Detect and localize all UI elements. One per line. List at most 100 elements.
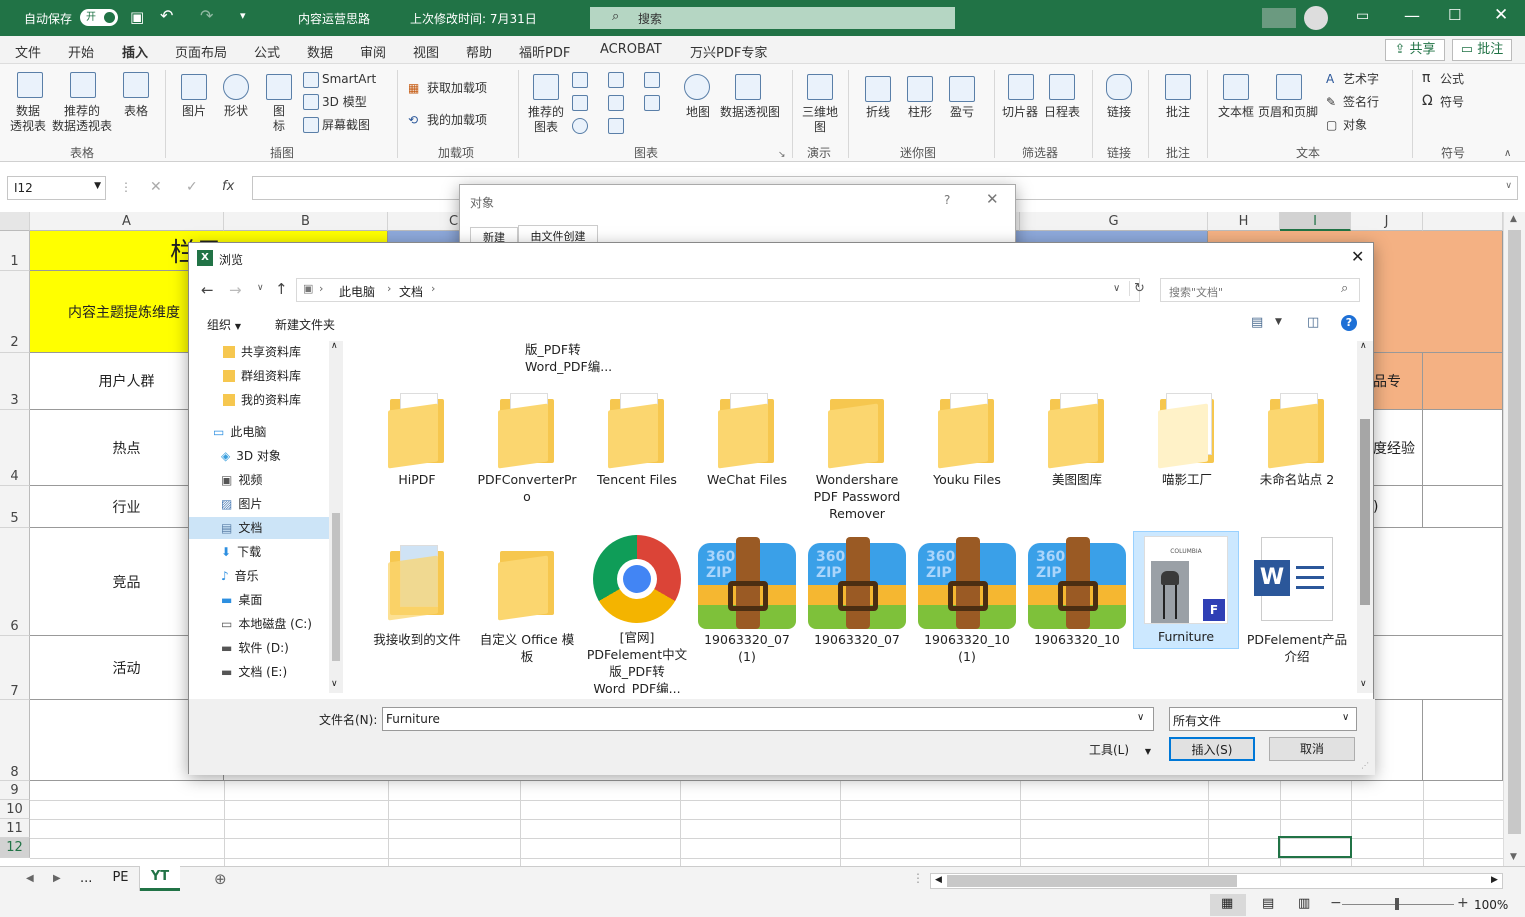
nav-3d-objects[interactable]: ◈ 3D 对象 [221, 445, 281, 467]
file-item-selected[interactable]: COLUMBIA F Furniture [1133, 531, 1239, 649]
file-item[interactable]: Wondershare PDF Password Remover [805, 385, 909, 522]
customize-qat-icon[interactable]: ▾ [240, 9, 246, 22]
nav-drive-d[interactable]: ▬ 软件 (D:) [221, 637, 289, 659]
tab-review[interactable]: 审阅 [360, 42, 386, 61]
chart-dialog-launcher-icon[interactable]: ↘ [778, 150, 786, 160]
tab-view[interactable]: 视图 [413, 42, 439, 61]
row-header[interactable]: 5 [0, 486, 30, 528]
enter-formula-icon[interactable]: ✓ [186, 179, 198, 195]
map-chart-button[interactable]: 地图 [686, 105, 710, 120]
next-sheet-icon[interactable]: ▶ [53, 873, 61, 884]
recommended-pivot-button[interactable]: 推荐的 数据透视表 [52, 104, 112, 134]
column-header[interactable]: H [1208, 212, 1280, 231]
row-header[interactable]: 11 [0, 819, 30, 838]
tab-acrobat[interactable]: ACROBAT [600, 42, 662, 57]
row-header[interactable]: 10 [0, 800, 30, 819]
new-folder-button[interactable]: 新建文件夹 [275, 316, 335, 333]
column-header[interactable]: J [1351, 212, 1423, 231]
my-addins-button[interactable]: 我的加载项 [427, 113, 487, 128]
insert-button[interactable]: 插入(S) [1169, 737, 1255, 761]
file-item[interactable]: 自定义 Office 模 板 [475, 537, 579, 665]
forward-icon[interactable]: → [229, 281, 242, 299]
name-box[interactable]: I12 ▼ [7, 176, 106, 200]
file-item[interactable]: 喵影工厂 [1135, 385, 1239, 488]
scroll-up-icon[interactable]: ∧ [1360, 341, 1367, 351]
file-item[interactable]: 360 ZIP 19063320_07 (1) [695, 535, 799, 665]
file-item[interactable]: WeChat Files [695, 385, 799, 488]
3d-model-button[interactable]: 3D 模型 [322, 95, 367, 110]
minimize-icon[interactable]: — [1404, 6, 1420, 25]
tab-help[interactable]: 帮助 [466, 42, 492, 61]
row-header[interactable]: 1 [0, 231, 30, 271]
sheet-tab-pe[interactable]: PE [102, 867, 140, 891]
row-header[interactable]: 12 [0, 838, 30, 858]
organize-button[interactable]: 组织 ▼ [207, 316, 241, 333]
view-mode-icon[interactable]: ▤ [1251, 315, 1263, 330]
tab-file[interactable]: 文件 [15, 42, 41, 61]
search-box[interactable]: ⌕ 搜索 [590, 7, 955, 29]
row-header[interactable]: 7 [0, 636, 30, 700]
tab-page-layout[interactable]: 页面布局 [175, 42, 227, 61]
tools-dropdown[interactable]: 工具(L) ▼ [1089, 741, 1151, 758]
maximize-icon[interactable]: ☐ [1448, 6, 1461, 24]
file-item[interactable]: 360 ZIP 19063320_07 [805, 535, 909, 648]
expand-formula-icon[interactable]: ∨ [1505, 181, 1512, 191]
scroll-down-icon[interactable]: ∨ [331, 679, 338, 689]
wordart-button[interactable]: 艺术字 [1343, 72, 1379, 87]
file-type-select[interactable]: 所有文件 ∨ [1169, 707, 1357, 731]
preview-pane-icon[interactable]: ◫ [1307, 315, 1319, 330]
file-scroll-thumb[interactable] [1360, 419, 1370, 605]
row-header[interactable]: 2 [0, 271, 30, 353]
object-button[interactable]: 对象 [1343, 118, 1367, 133]
cell-k4[interactable] [1423, 410, 1503, 486]
shapes-button[interactable]: 形状 [224, 104, 248, 119]
add-sheet-icon[interactable]: ⊕ [214, 870, 227, 888]
nav-desktop[interactable]: ▬ 桌面 [221, 589, 262, 611]
ribbon-display-icon[interactable]: ▭ [1356, 8, 1369, 24]
nav-my-library[interactable]: 我的资料库 [223, 389, 301, 411]
get-addins-button[interactable]: 获取加载项 [427, 81, 487, 96]
pictures-button[interactable]: 图片 [182, 104, 206, 119]
nav-drive-c[interactable]: ▭ 本地磁盘 (C:) [221, 613, 312, 635]
nav-scroll-thumb[interactable] [332, 513, 340, 661]
nav-shared-library[interactable]: 共享资料库 [223, 341, 301, 363]
zoom-level[interactable]: 100% [1474, 898, 1508, 912]
sparkline-column-button[interactable]: 柱形 [908, 105, 932, 120]
zoom-in-icon[interactable]: + [1457, 895, 1469, 911]
resize-grip-icon[interactable]: ⋰ [1361, 761, 1369, 770]
file-item[interactable]: 美图图库 [1025, 385, 1129, 488]
file-item[interactable]: 360 ZIP 19063320_10 [1025, 535, 1129, 648]
cell-k8[interactable] [1423, 700, 1503, 781]
cell-k5[interactable] [1423, 486, 1503, 528]
chevron-down-icon[interactable]: ∨ [1342, 712, 1349, 723]
nav-group-library[interactable]: 群组资料库 [223, 365, 301, 387]
sparkline-winloss-button[interactable]: 盈亏 [950, 105, 974, 120]
textbox-button[interactable]: 文本框 [1218, 105, 1254, 120]
breadcrumb-this-pc[interactable]: 此电脑 [339, 283, 375, 300]
file-item[interactable]: 未命名站点 2 [1245, 385, 1349, 488]
signature-line-button[interactable]: 签名行 [1343, 95, 1379, 110]
file-item[interactable]: Youku Files [915, 385, 1019, 488]
selected-cell-i12[interactable] [1278, 836, 1352, 858]
sheet-tab-more[interactable]: ... [80, 871, 92, 886]
search-documents-input[interactable]: 搜索"文档" ⌕ [1160, 278, 1360, 302]
autosave-toggle[interactable]: 开 [80, 9, 118, 26]
view-dropdown-icon[interactable]: ▼ [1275, 317, 1282, 327]
smartart-button[interactable]: SmartArt [322, 72, 376, 87]
nav-this-pc[interactable]: ▭ 此电脑 [213, 421, 266, 443]
row-header[interactable]: 4 [0, 410, 30, 486]
tab-formulas[interactable]: 公式 [254, 42, 280, 61]
scroll-up-icon[interactable]: ∧ [331, 341, 338, 351]
combo-chart-icon[interactable] [644, 95, 660, 111]
icons-button[interactable]: 图 标 [273, 104, 285, 134]
file-item[interactable]: 我接收到的文件 [365, 537, 469, 648]
address-dropdown-icon[interactable]: ∨ [1113, 283, 1120, 294]
scroll-right-icon[interactable]: ▶ [1491, 875, 1498, 885]
tab-foxit-pdf[interactable]: 福昕PDF [519, 42, 570, 61]
save-icon[interactable]: ▣ [130, 8, 144, 26]
share-button[interactable]: ⇪ 共享 [1385, 39, 1445, 61]
pivot-table-button[interactable]: 数据 透视表 [10, 104, 46, 134]
select-all-corner[interactable] [0, 212, 30, 231]
collapse-ribbon-icon[interactable]: ∧ [1504, 148, 1511, 159]
chevron-down-icon[interactable]: ∨ [1137, 712, 1144, 723]
